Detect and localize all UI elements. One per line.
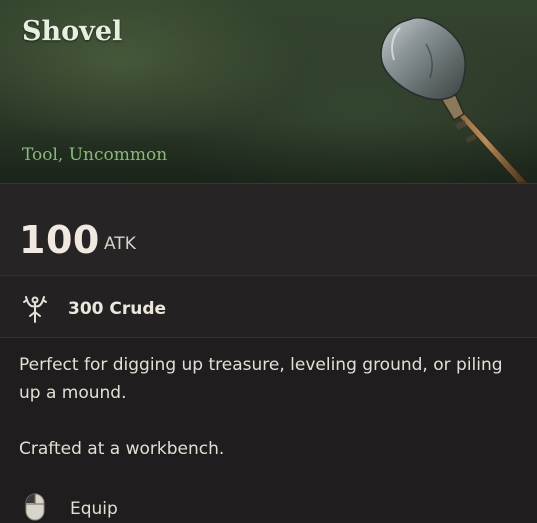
attack-unit-label: ATK	[104, 234, 136, 254]
item-header: Shovel Tool, Uncommon	[0, 0, 537, 183]
item-tooltip-card: Shovel Tool, Uncommon 100 ATK 300 Crude …	[0, 0, 537, 523]
item-type-rarity: Tool, Uncommon	[22, 145, 168, 165]
mouse-left-click-icon	[25, 493, 45, 521]
equip-action-label[interactable]: Equip	[70, 499, 118, 519]
item-name: Shovel	[22, 16, 123, 47]
crude-resource-icon	[23, 296, 47, 323]
description-paragraph: Crafted at a workbench.	[19, 439, 225, 459]
item-description: Perfect for digging up treasure, levelin…	[19, 351, 519, 463]
attack-value: 100	[19, 218, 100, 262]
description-paragraph: Perfect for digging up treasure, levelin…	[19, 355, 503, 403]
shovel-icon	[380, 17, 529, 183]
crafting-cost: 300 Crude	[68, 299, 167, 319]
